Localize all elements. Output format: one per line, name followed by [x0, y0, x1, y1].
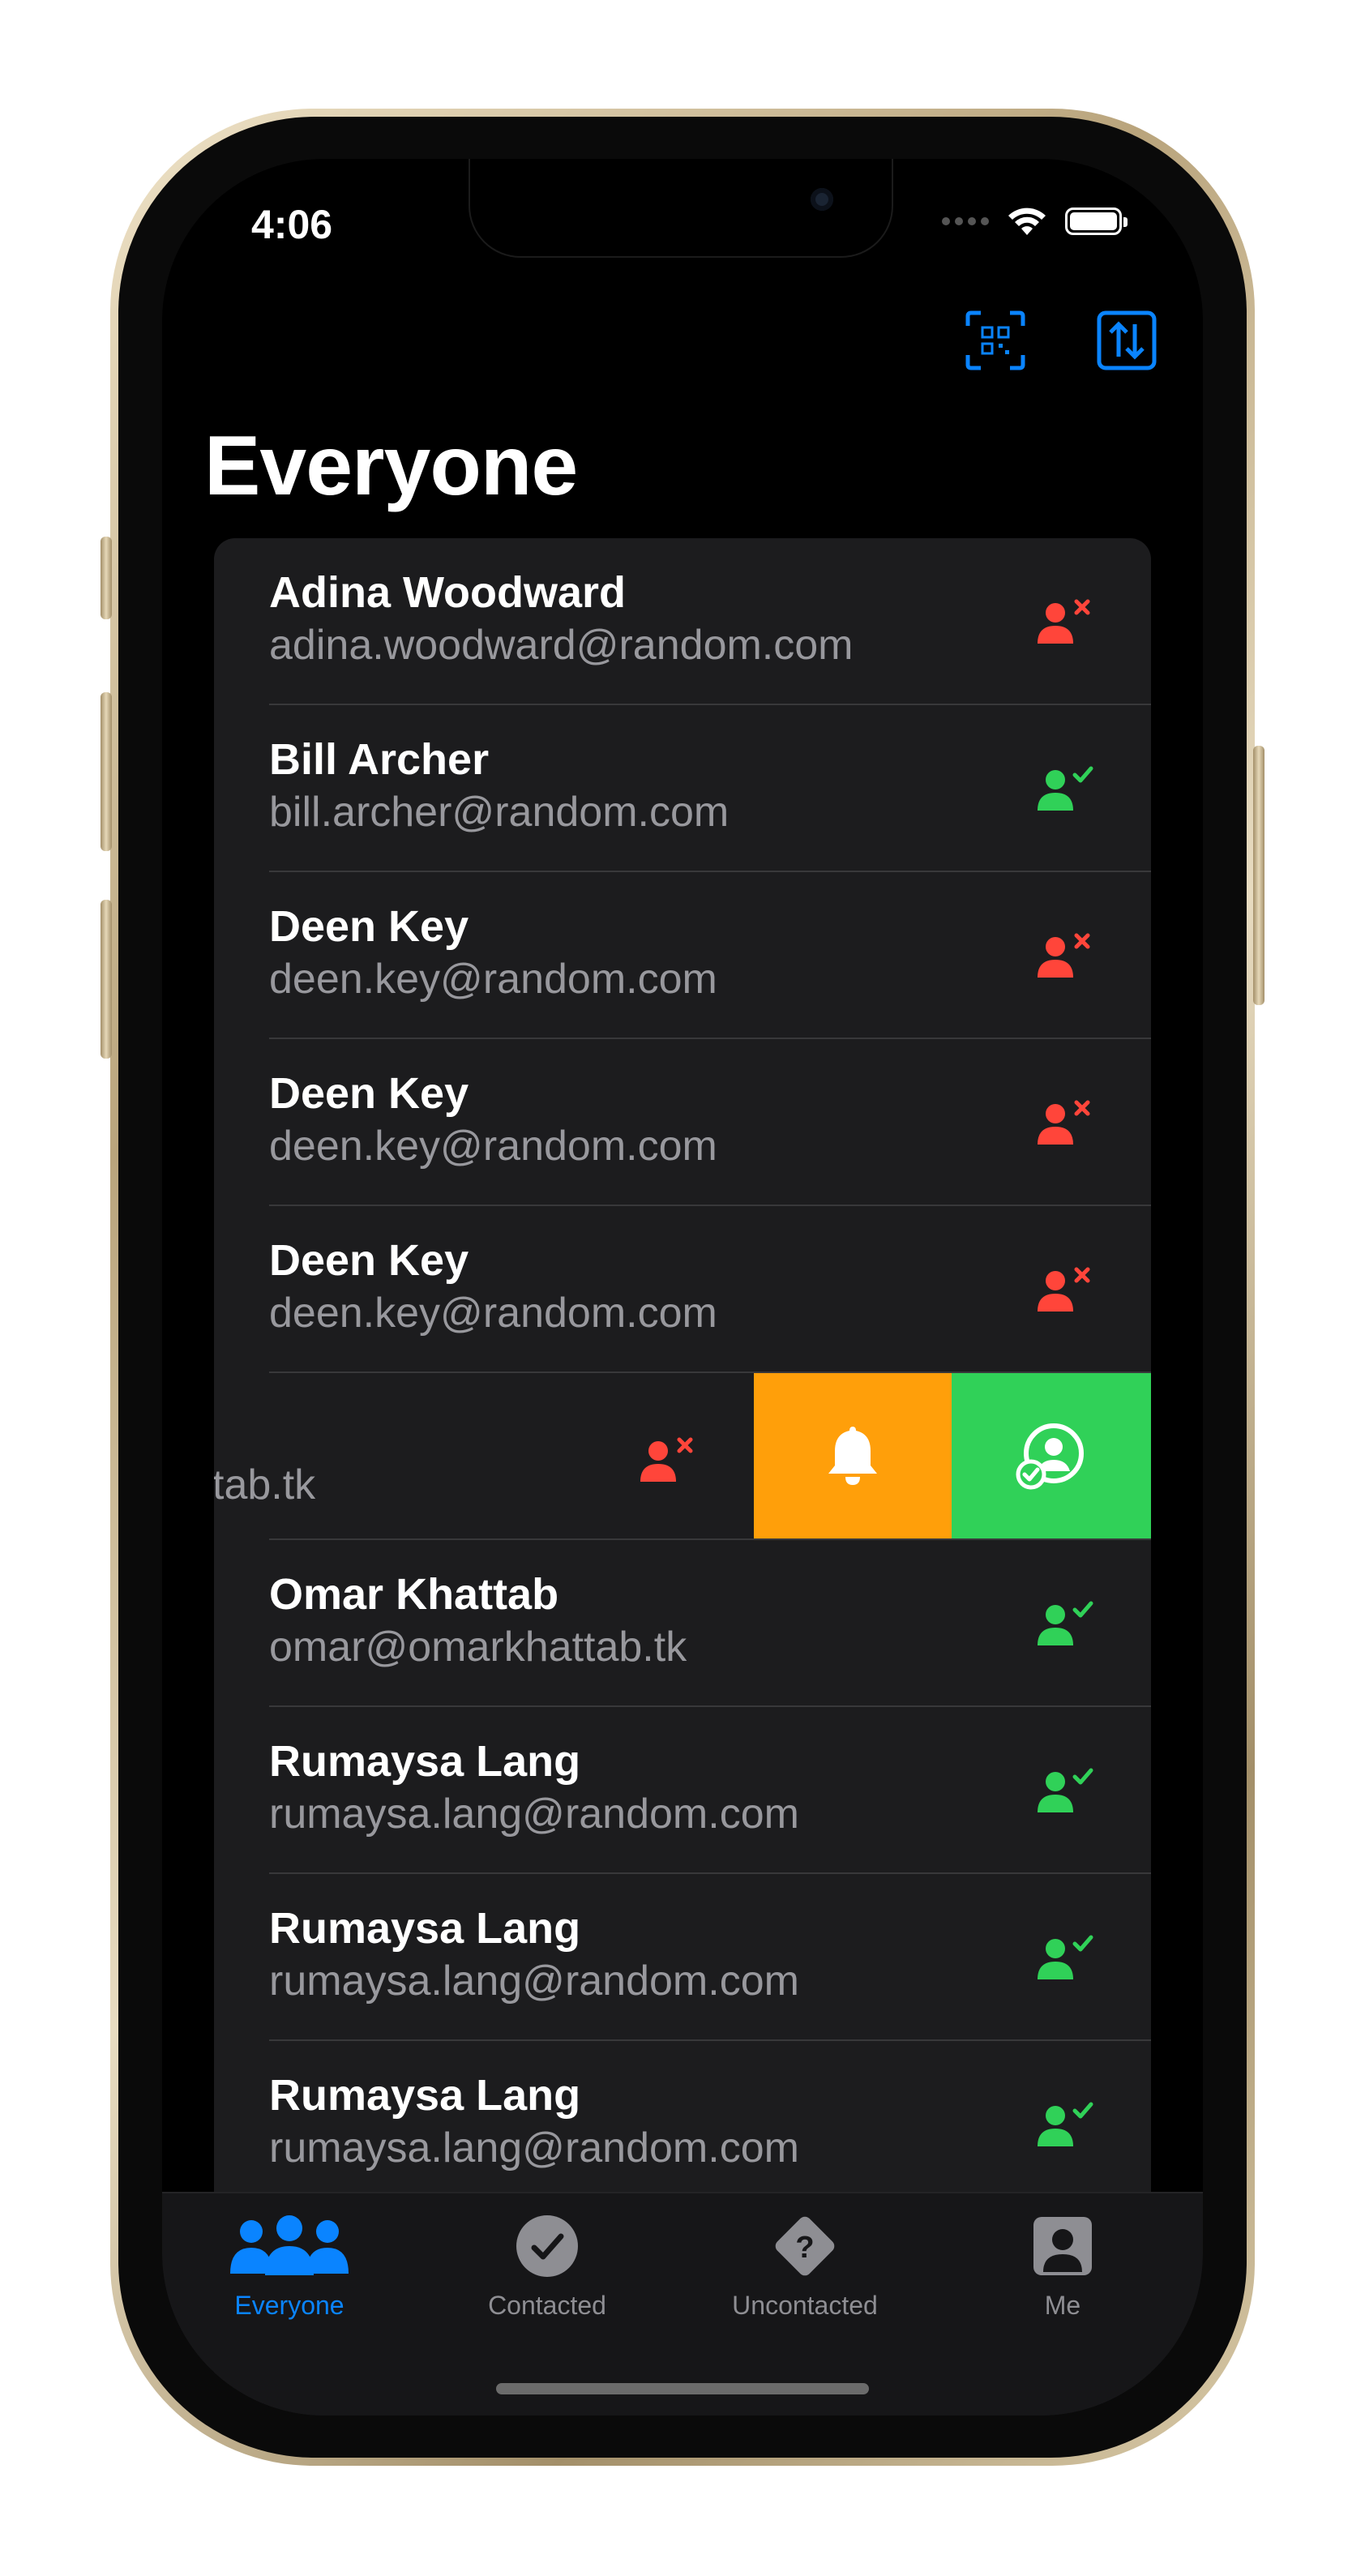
tab-everyone[interactable]: Everyone — [188, 2210, 391, 2321]
status-indicators — [942, 206, 1128, 237]
list-item[interactable]: Bill Archer bill.archer@random.com — [214, 705, 1151, 872]
person-contacted-icon — [1038, 2102, 1093, 2146]
person-uncontacted-icon — [1038, 1267, 1090, 1312]
mark-contacted-icon — [1016, 1423, 1084, 1490]
question-diamond-icon: ? — [775, 2216, 835, 2276]
tab-label: Uncontacted — [732, 2291, 878, 2320]
tab-bar: Everyone Contacted ? Uncontacted Me — [162, 2192, 1203, 2416]
contact-email: adina.woodward@random.com — [269, 622, 854, 669]
status-time: 4:06 — [251, 202, 333, 247]
list-item[interactable]: Rumaysa Lang rumaysa.lang@random.com — [214, 1874, 1151, 2041]
home-indicator[interactable] — [496, 2383, 869, 2394]
svg-text:?: ? — [795, 2231, 814, 2265]
contact-name: Adina Woodward — [269, 568, 626, 617]
contact-name: Omar Khattab — [269, 1570, 559, 1619]
sort-icon — [1097, 310, 1157, 370]
contact-name: Deen Key — [269, 902, 469, 951]
person-uncontacted-icon — [1038, 599, 1090, 644]
tab-me[interactable]: Me — [961, 2210, 1164, 2321]
list-item[interactable]: Omar Khattab omar@omarkhattab.tk — [214, 1540, 1151, 1707]
cellular-signal-icon — [942, 217, 989, 225]
list-item[interactable]: Rumaysa Lang rumaysa.lang@random.com — [214, 2041, 1151, 2208]
contact-name: Deen Key — [269, 1069, 469, 1118]
list-item[interactable]: Adina Woodward adina.woodward@random.com — [214, 538, 1151, 705]
contact-email: rumaysa.lang@random.com — [269, 2125, 799, 2172]
tab-label: Me — [1044, 2291, 1081, 2320]
contact-email: tab.tk — [214, 1461, 316, 1508]
person-contacted-icon — [1038, 1935, 1093, 1979]
notify-action-button[interactable] — [754, 1373, 952, 1538]
swiped-list-item[interactable]: tab.tk — [214, 1373, 1151, 1540]
wifi-icon — [1008, 208, 1046, 235]
contact-name: Rumaysa Lang — [269, 1904, 581, 1953]
person-uncontacted-icon — [640, 1437, 693, 1482]
checkmark-circle-icon — [516, 2215, 578, 2277]
contact-name: Deen Key — [269, 1236, 469, 1285]
list-item[interactable]: Deen Key deen.key@random.com — [214, 1206, 1151, 1373]
list-item[interactable]: Deen Key deen.key@random.com — [214, 872, 1151, 1039]
people-icon — [230, 2215, 349, 2275]
contact-email: rumaysa.lang@random.com — [269, 1958, 799, 2005]
person-uncontacted-icon — [1038, 1100, 1090, 1145]
contact-email: rumaysa.lang@random.com — [269, 1791, 799, 1838]
contact-name: Rumaysa Lang — [269, 2071, 581, 2120]
person-contacted-icon — [1038, 766, 1093, 811]
contacts-list[interactable]: Adina Woodward adina.woodward@random.com… — [214, 538, 1151, 2416]
contact-name: Rumaysa Lang — [269, 1737, 581, 1786]
contact-email: deen.key@random.com — [269, 1290, 717, 1337]
tab-label: Everyone — [234, 2291, 344, 2320]
contact-email: omar@omarkhattab.tk — [269, 1624, 687, 1671]
list-item[interactable]: Rumaysa Lang rumaysa.lang@random.com — [214, 1707, 1151, 1874]
volume-up-button — [101, 692, 112, 851]
contact-email: bill.archer@random.com — [269, 789, 730, 836]
tab-contacted[interactable]: Contacted — [446, 2210, 648, 2321]
bell-icon — [828, 1427, 877, 1485]
contact-name: Bill Archer — [269, 735, 490, 784]
sort-button[interactable] — [1096, 310, 1157, 371]
person-square-icon — [1033, 2217, 1092, 2275]
contact-email: deen.key@random.com — [269, 1123, 717, 1170]
volume-down-button — [101, 900, 112, 1059]
screen: 4:06 Everyone Adina Woodward adina.woodw… — [162, 159, 1203, 2416]
qr-scan-icon — [965, 310, 1025, 370]
tab-label: Contacted — [488, 2291, 606, 2320]
person-uncontacted-icon — [1038, 933, 1090, 978]
contact-email: deen.key@random.com — [269, 956, 717, 1003]
qr-scan-button[interactable] — [965, 310, 1026, 371]
battery-icon — [1065, 208, 1128, 235]
page-title: Everyone — [204, 419, 578, 513]
notch — [470, 159, 892, 256]
person-contacted-icon — [1038, 1601, 1093, 1645]
mute-switch — [101, 537, 112, 619]
person-contacted-icon — [1038, 1768, 1093, 1812]
list-item[interactable]: Deen Key deen.key@random.com — [214, 1039, 1151, 1206]
tab-uncontacted[interactable]: ? Uncontacted — [704, 2210, 906, 2321]
power-button — [1253, 746, 1264, 1005]
mark-contacted-action-button[interactable] — [952, 1373, 1151, 1538]
front-camera — [811, 188, 833, 211]
